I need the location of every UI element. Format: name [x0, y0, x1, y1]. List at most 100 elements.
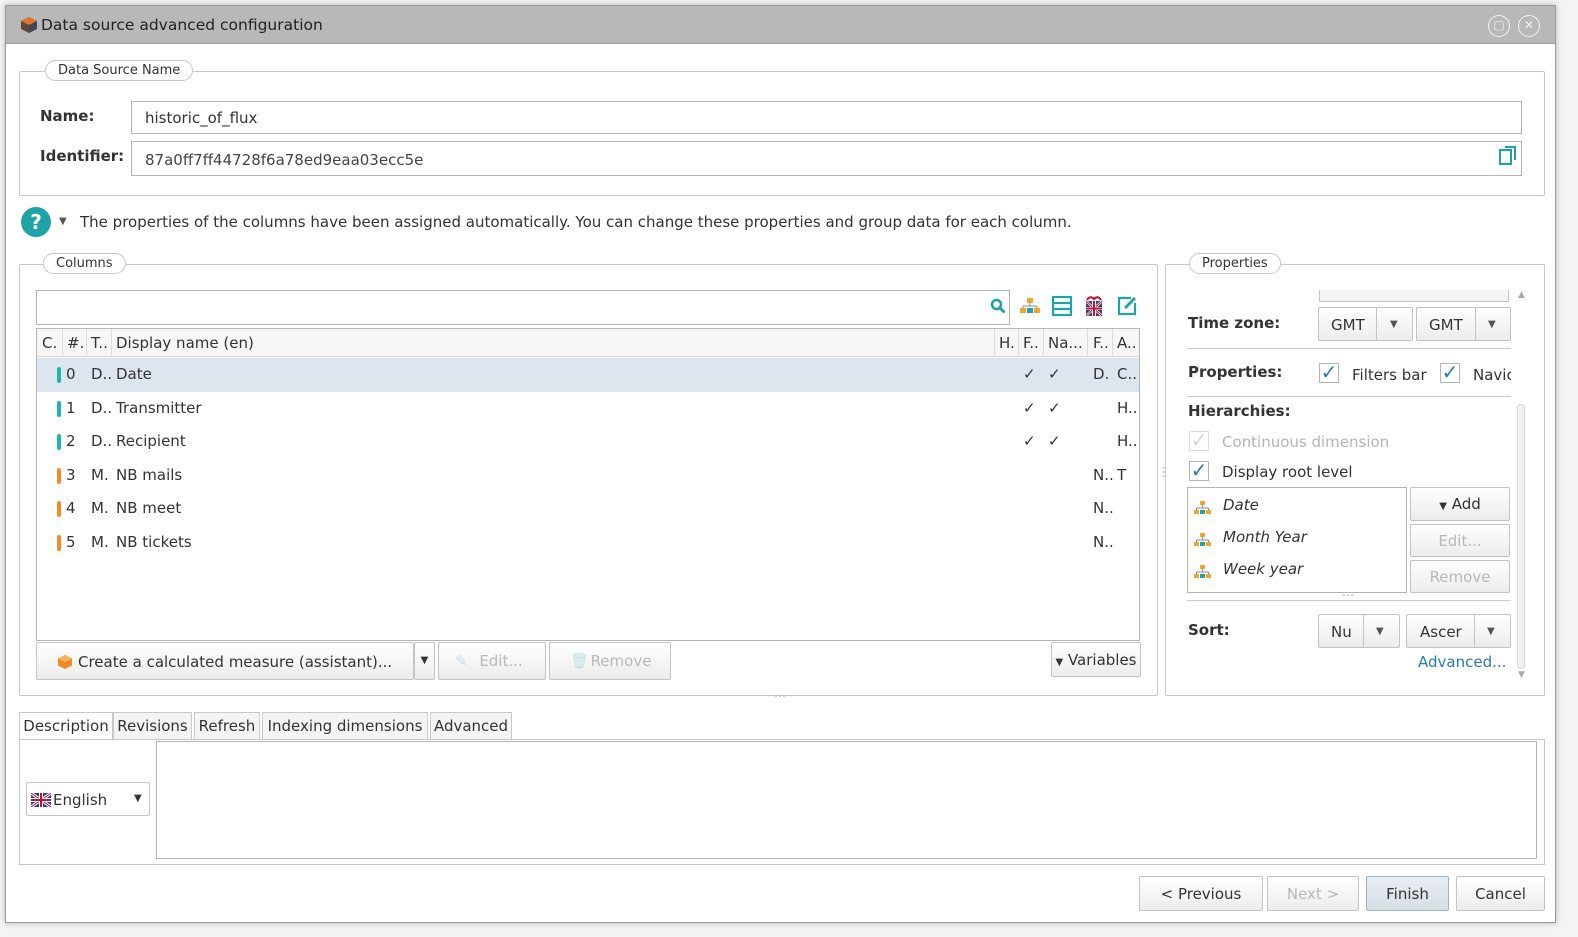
tab-refresh[interactable]: Refresh	[194, 712, 260, 739]
help-icon[interactable]: ?	[20, 206, 52, 238]
display-root-level-checkbox[interactable]: ✓	[1189, 460, 1209, 481]
row-na-check: ✓	[1048, 398, 1061, 417]
identifier-input: 87a0ff7ff44728f6a78ed9eaa03ecc5e	[131, 141, 1522, 176]
columns-edit-button[interactable]: ✎ Edit...	[438, 642, 546, 680]
col-header-f1[interactable]: F..	[1023, 334, 1039, 352]
finish-button[interactable]: Finish	[1366, 876, 1449, 911]
list-item[interactable]: Week year	[1188, 556, 1406, 586]
col-header-c[interactable]: C.	[42, 334, 57, 352]
col-header-a[interactable]: A..	[1117, 334, 1137, 352]
sort-select-2[interactable]: Ascer ▼	[1406, 614, 1511, 648]
add-dropdown-icon: ▼	[1439, 501, 1447, 512]
search-icon[interactable]	[990, 298, 1006, 314]
col-header-na[interactable]: Na...	[1048, 334, 1083, 352]
name-input[interactable]: historic_of_flux	[131, 101, 1522, 134]
col-header-f2[interactable]: F..	[1093, 334, 1109, 352]
tab-indexing-dimensions[interactable]: Indexing dimensions	[262, 712, 428, 739]
table-row[interactable]: 1 D.. Transmitter ✓ ✓ H..	[37, 392, 1139, 426]
tab-description[interactable]: Description	[19, 712, 113, 740]
maximize-icon[interactable]: ▢	[1488, 15, 1510, 37]
uk-flag-icon	[31, 793, 51, 807]
copy-icon[interactable]	[1499, 146, 1517, 166]
edit-disabled-icon: ✎	[455, 652, 468, 670]
remove-hierarchy-button[interactable]: Remove	[1410, 560, 1510, 593]
row-index: 0	[66, 365, 76, 383]
dialog-title: Data source advanced configuration	[41, 16, 323, 34]
columns-remove-label: Remove	[590, 652, 652, 670]
advanced-link[interactable]: Advanced...	[1418, 653, 1506, 671]
sort-select-1[interactable]: Nu ▼	[1318, 614, 1400, 648]
col-header-h[interactable]: H.	[999, 334, 1015, 352]
cancel-button[interactable]: Cancel	[1456, 876, 1545, 911]
create-calculated-measure-button[interactable]: Create a calculated measure (assistant).…	[36, 642, 414, 680]
edit-hierarchy-button[interactable]: Edit...	[1410, 524, 1510, 557]
row-index: 3	[66, 465, 76, 484]
hierarchy-icon	[1194, 565, 1211, 578]
columns-remove-button[interactable]: 🗑 Remove	[549, 642, 671, 680]
continuous-dimension-checkbox[interactable]: ✓	[1189, 430, 1209, 451]
hierarchy-name: Date	[1223, 496, 1259, 514]
edit-icon[interactable]	[1116, 295, 1138, 317]
trash-disabled-icon: 🗑	[570, 652, 590, 670]
language-flag-icon[interactable]	[1084, 295, 1104, 317]
column-type-marker	[57, 400, 61, 417]
table-row[interactable]: 4 M. NB meet N..	[37, 492, 1139, 526]
filters-bar-checkbox[interactable]: ✓	[1319, 362, 1339, 383]
col-header-index[interactable]: #.	[67, 334, 84, 352]
row-f1-check: ✓	[1023, 365, 1036, 383]
description-textarea[interactable]	[156, 741, 1537, 859]
properties-scrollbar[interactable]	[1517, 404, 1525, 669]
create-measure-dropdown-button[interactable]: ▼	[414, 642, 435, 680]
previous-button[interactable]: < Previous	[1139, 876, 1263, 911]
row-a: H..	[1117, 398, 1138, 417]
collapse-icon[interactable]	[1051, 295, 1073, 317]
row-type: D..	[91, 365, 113, 383]
dialog-titlebar[interactable]: Data source advanced configuration ▢ ✕	[6, 6, 1555, 44]
variables-button[interactable]: ▼ Variables	[1051, 642, 1141, 677]
datasource-name-legend: Data Source Name	[45, 60, 194, 81]
create-calculated-measure-label: Create a calculated measure (assistant).…	[78, 653, 393, 671]
hierarchy-icon[interactable]	[1019, 297, 1041, 315]
timezone-select-1[interactable]: GMT ▼	[1318, 307, 1413, 341]
row-index: 2	[66, 432, 76, 451]
table-row[interactable]: 5 M. NB tickets N..	[37, 526, 1139, 560]
row-a: C..	[1117, 365, 1138, 383]
continuous-dimension-label: Continuous dimension	[1222, 433, 1390, 451]
help-toggle-icon[interactable]: ▼	[59, 216, 67, 227]
close-icon[interactable]: ✕	[1518, 15, 1540, 37]
add-hierarchy-button[interactable]: ▼ Add	[1410, 487, 1510, 521]
col-header-display-name[interactable]: Display name (en)	[116, 334, 254, 352]
col-header-type[interactable]: T..	[91, 334, 108, 352]
columns-search-input[interactable]	[36, 290, 1010, 325]
scroll-down-icon[interactable]: ▼	[1518, 670, 1525, 680]
scroll-up-icon[interactable]: ▲	[1518, 290, 1525, 300]
chevron-down-icon: ▼	[1390, 319, 1398, 330]
list-item[interactable]: Date	[1188, 492, 1406, 522]
filters-bar-label: Filters bar	[1352, 366, 1427, 384]
next-button[interactable]: Next >	[1267, 876, 1359, 911]
row-na-check: ✓	[1048, 432, 1061, 451]
table-row[interactable]: 0 D.. Date ✓ ✓ D. C..	[37, 358, 1139, 392]
timezone-select-2[interactable]: GMT ▼	[1416, 307, 1511, 341]
row-f2: N..	[1093, 465, 1114, 484]
list-item[interactable]: Month Year	[1188, 524, 1406, 554]
row-type: D..	[91, 398, 113, 417]
datasource-cube-icon	[21, 17, 37, 33]
tab-revisions[interactable]: Revisions	[113, 712, 192, 739]
column-type-marker	[57, 434, 61, 451]
language-select[interactable]: English ▼	[26, 782, 150, 816]
table-row[interactable]: 2 D.. Recipient ✓ ✓ H..	[37, 425, 1139, 459]
display-root-level-label: Display root level	[1222, 463, 1353, 481]
properties-label: Properties:	[1188, 363, 1283, 381]
row-f2: N..	[1093, 499, 1114, 518]
hierarchy-icon	[1194, 533, 1211, 546]
tab-advanced[interactable]: Advanced	[430, 712, 512, 739]
table-row[interactable]: 3 M. NB mails N.. T	[37, 459, 1139, 493]
horizontal-splitter[interactable]: ⋯	[774, 689, 786, 703]
language-value: English	[53, 791, 108, 809]
navigation-checkbox[interactable]: ✓	[1440, 362, 1460, 383]
column-type-marker	[57, 367, 61, 383]
columns-edit-label: Edit...	[479, 652, 523, 670]
timezone-label: Time zone:	[1188, 314, 1281, 332]
row-display-name: NB mails	[116, 465, 183, 484]
